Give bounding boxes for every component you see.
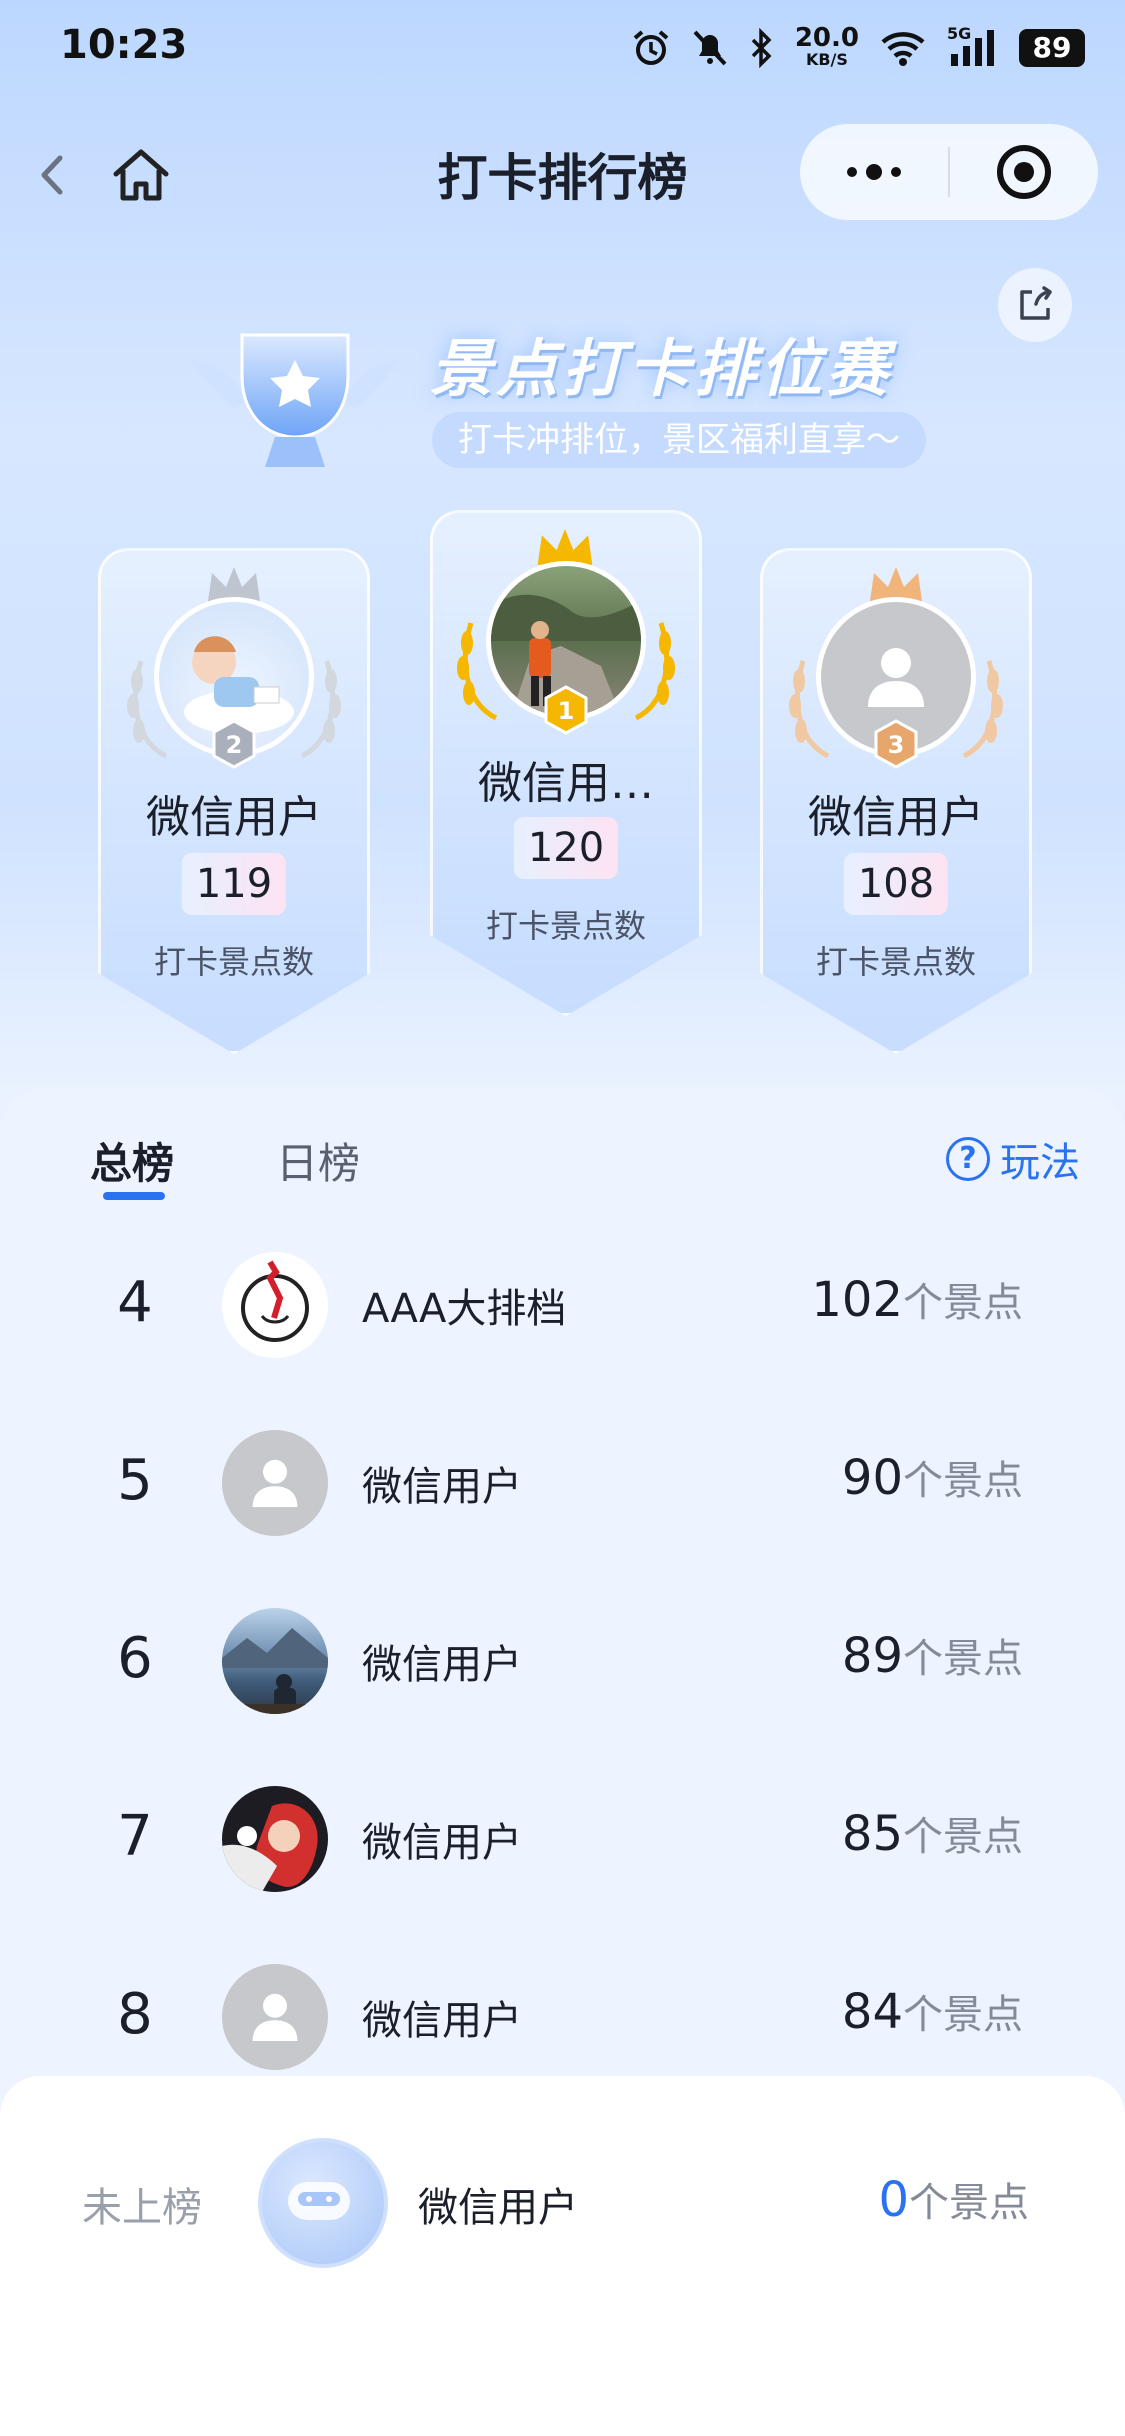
rules-button[interactable]: ? 玩法 [946,1130,1080,1188]
podium-name-2: 微信用户 [146,792,322,843]
spot-count-value: 85 [841,1806,903,1862]
rank-2-medal-icon: 2 [212,719,256,769]
my-spot-count-unit: 个景点 [909,2180,1029,2226]
table-row[interactable]: 5 微信用户 90个景点 [0,1394,1125,1572]
banner-title: 景点打卡排位赛 [430,332,893,405]
rank-3-medal-number: 3 [888,731,905,759]
rank-number: 6 [117,1626,153,1691]
more-button[interactable] [800,124,948,220]
rank-1-medal-number: 1 [558,697,575,725]
battery-indicator: 89 [1019,28,1085,67]
avatar [222,1964,328,2070]
podium-name-3: 微信用户 [808,792,984,843]
spot-count-value: 84 [841,1984,903,2040]
rank-1-medal-icon: 1 [544,685,588,735]
cartoon-avatar-image [222,1803,318,1892]
bluetooth-icon [751,27,772,68]
spot-count-unit: 个景点 [903,1458,1023,1504]
podium-label-1: 打卡景点数 [485,907,646,945]
network-speed-unit: KB/S [805,49,848,69]
rank-number: 4 [117,1270,153,1335]
podium-score-3: 108 [843,853,949,915]
spot-count-unit: 个景点 [903,1814,1023,1860]
rank-number: 5 [117,1448,153,1513]
user-name: 微信用户 [362,1642,522,1688]
banner-subtitle: 打卡冲排位，景区福利直享～ [432,412,926,468]
podium-label-3: 打卡景点数 [815,943,976,981]
my-name: 微信用户 [418,2185,578,2231]
table-row[interactable]: 7 微信用户 85个景点 [0,1750,1125,1928]
mute-bell-icon [693,30,727,65]
podium-card-1[interactable]: 1 微信用… 120 打卡景点数 [430,510,702,1016]
rules-label: 玩法 [1000,1140,1080,1186]
network-speed-value: 20.0 [794,22,859,53]
podium-card-2[interactable]: 2 微信用户 119 打卡景点数 [98,548,370,1054]
podium-score-2: 119 [181,853,287,915]
miniprogram-capsule [800,124,1098,220]
my-rank-bar [0,2076,1125,2436]
photo-avatar-image [222,1628,328,1714]
default-user-icon [868,648,924,707]
close-miniprogram-button[interactable] [950,124,1098,220]
rank-3-medal-icon: 3 [874,719,918,769]
default-user-icon [252,1459,298,1507]
status-bar: 10:23 20.0 KB/S 5G 89 [0,0,1125,100]
rank-number: 8 [117,1982,153,2047]
tab-total[interactable]: 总榜 [90,1130,174,1191]
my-rank-status: 未上榜 [82,2185,202,2231]
table-row[interactable]: 4 AAA大排档 102个景点 [0,1216,1125,1394]
podium-card-3[interactable]: 3 微信用户 108 打卡景点数 [760,548,1032,1054]
spot-count-unit: 个景点 [903,1280,1023,1326]
default-user-icon [252,1993,298,2041]
podium-name-1: 微信用… [478,758,654,809]
rank-2-medal-number: 2 [226,731,243,759]
user-name: 微信用户 [362,1820,522,1866]
network-speed: 20.0 KB/S [794,22,859,70]
my-spot-count-value: 0 [878,2172,909,2228]
more-dots-icon [847,164,901,180]
wifi-icon [881,31,925,66]
spot-count-unit: 个景点 [903,1636,1023,1682]
podium-score-1: 120 [513,817,619,879]
cellular-signal: 5G [947,24,999,68]
spot-count-unit: 个景点 [903,1992,1023,2038]
alarm-icon [633,29,669,65]
spot-count: 90个景点 [842,1448,1023,1506]
status-icons: 20.0 KB/S 5G 89 [631,20,1085,75]
user-name: AAA大排档 [362,1286,567,1332]
target-close-icon [997,145,1051,199]
avatar [222,1252,328,1358]
spot-count-value: 90 [841,1450,903,1506]
status-time: 10:23 [60,22,188,68]
robot-avatar-icon [288,2182,350,2220]
share-button[interactable] [998,268,1072,342]
share-icon [1020,286,1052,320]
help-icon: ? [946,1137,990,1181]
spot-count-value: 102 [811,1272,903,1328]
signal-bars-icon [951,29,994,66]
spot-count: 89个景点 [842,1626,1023,1684]
rank-number: 7 [117,1804,153,1869]
active-tab-indicator [103,1192,165,1200]
tab-daily[interactable]: 日榜 [276,1130,360,1191]
user-name: 微信用户 [362,1464,522,1510]
avatar [222,1608,328,1714]
user-name: 微信用户 [362,1998,522,2044]
podium-label-2: 打卡景点数 [153,943,314,981]
logo-avatar-image [241,1260,309,1342]
spot-count: 84个景点 [842,1982,1023,2040]
spot-count: 102个景点 [811,1270,1023,1328]
spot-count: 85个景点 [842,1804,1023,1862]
my-spot-count: 0个景点 [878,2170,1029,2228]
avatar [222,1786,328,1892]
my-avatar[interactable] [258,2138,388,2268]
spot-count-value: 89 [841,1628,903,1684]
table-row[interactable]: 6 微信用户 89个景点 [0,1572,1125,1750]
trophy-icon [190,333,400,467]
avatar [222,1430,328,1536]
